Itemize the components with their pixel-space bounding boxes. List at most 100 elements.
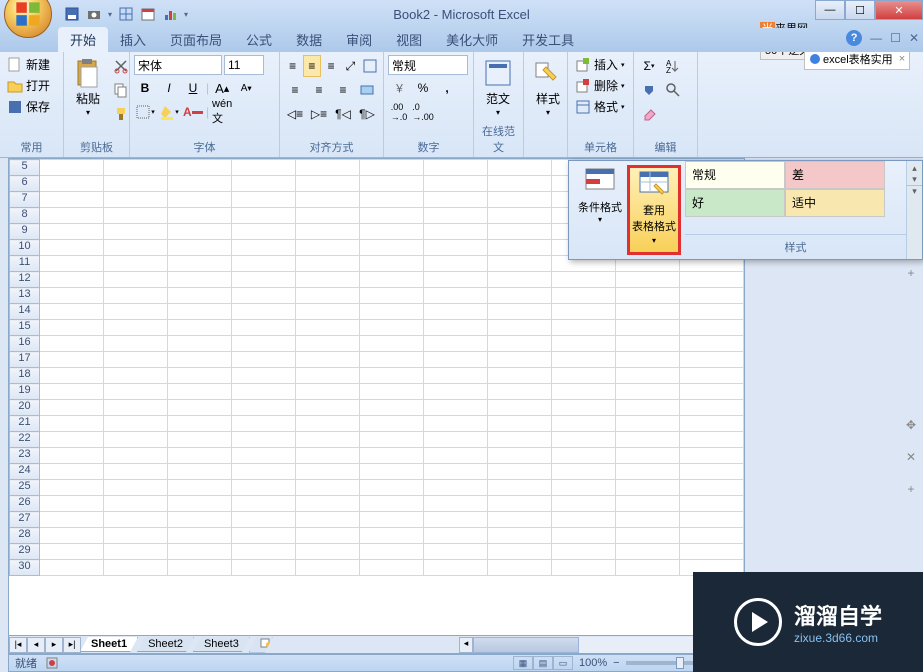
cell[interactable] (616, 384, 680, 400)
cell[interactable] (488, 544, 552, 560)
cell[interactable] (488, 464, 552, 480)
cell[interactable] (168, 320, 232, 336)
format-painter-button[interactable] (110, 103, 132, 125)
row-header[interactable]: 19 (10, 384, 40, 400)
cell[interactable] (360, 256, 424, 272)
autosum-button[interactable]: Σ▾ (638, 55, 660, 77)
next-sheet-button[interactable]: ▸ (45, 637, 63, 653)
cell[interactable] (680, 416, 744, 432)
cell[interactable] (232, 528, 296, 544)
cell[interactable] (40, 416, 104, 432)
copy-button[interactable] (110, 79, 132, 101)
cell[interactable] (360, 368, 424, 384)
row-header[interactable]: 23 (10, 448, 40, 464)
new-button[interactable]: 新建 (4, 55, 59, 74)
tab-close-icon[interactable]: × (899, 53, 905, 65)
cell[interactable] (296, 432, 360, 448)
comma-button[interactable]: , (436, 77, 458, 99)
cell[interactable] (552, 352, 616, 368)
cell[interactable] (104, 176, 168, 192)
cell[interactable] (104, 384, 168, 400)
cell[interactable] (168, 432, 232, 448)
cell[interactable] (488, 256, 552, 272)
cell[interactable] (40, 272, 104, 288)
cell[interactable] (104, 496, 168, 512)
cell[interactable] (616, 368, 680, 384)
cell[interactable] (424, 384, 488, 400)
increase-decimal-button[interactable]: .00→.0 (388, 101, 410, 123)
cell[interactable] (296, 400, 360, 416)
cell[interactable] (360, 384, 424, 400)
cell[interactable] (488, 560, 552, 576)
cell[interactable] (616, 320, 680, 336)
cell[interactable] (552, 272, 616, 288)
cell[interactable] (40, 176, 104, 192)
cell[interactable] (424, 528, 488, 544)
merge-button[interactable] (356, 79, 378, 101)
cell[interactable] (360, 176, 424, 192)
increase-indent-button[interactable]: ▷≡ (308, 103, 330, 125)
cell[interactable] (616, 416, 680, 432)
cell[interactable] (424, 288, 488, 304)
align-top-button[interactable]: ≡ (284, 55, 301, 77)
cell[interactable] (616, 448, 680, 464)
ribbon-restore-button[interactable]: ☐ (890, 31, 901, 45)
cell[interactable] (40, 496, 104, 512)
new-sheet-button[interactable] (249, 637, 273, 653)
cell[interactable] (424, 368, 488, 384)
cell[interactable] (488, 416, 552, 432)
row-header[interactable]: 25 (10, 480, 40, 496)
cell[interactable] (488, 368, 552, 384)
normal-view-button[interactable]: ▦ (513, 656, 533, 670)
tab-home[interactable]: 开始 (58, 27, 108, 52)
cell[interactable] (40, 480, 104, 496)
fill-color-button[interactable]: ▾ (158, 101, 180, 123)
add-icon[interactable]: + (903, 265, 919, 281)
tab-developer[interactable]: 开发工具 (510, 27, 586, 52)
cell[interactable] (232, 512, 296, 528)
cell[interactable] (232, 208, 296, 224)
wrap-text-button[interactable] (361, 55, 379, 77)
row-header[interactable]: 22 (10, 432, 40, 448)
cell[interactable] (296, 496, 360, 512)
page-layout-view-button[interactable]: ▤ (533, 656, 553, 670)
prev-sheet-button[interactable]: ◂ (27, 637, 45, 653)
cell[interactable] (488, 512, 552, 528)
cell[interactable] (680, 496, 744, 512)
row-header[interactable]: 15 (10, 320, 40, 336)
cell[interactable] (424, 176, 488, 192)
style-bad[interactable]: 差 (785, 161, 885, 189)
cell[interactable] (488, 320, 552, 336)
cell[interactable] (488, 336, 552, 352)
save-icon[interactable] (64, 6, 80, 22)
cell[interactable] (424, 448, 488, 464)
cell[interactable] (552, 480, 616, 496)
cell[interactable] (680, 432, 744, 448)
row-header[interactable]: 17 (10, 352, 40, 368)
cell[interactable] (424, 320, 488, 336)
cell[interactable] (168, 176, 232, 192)
cell[interactable] (680, 480, 744, 496)
cell[interactable] (104, 240, 168, 256)
row-header[interactable]: 28 (10, 528, 40, 544)
cell[interactable] (552, 304, 616, 320)
cell[interactable] (296, 352, 360, 368)
cell[interactable] (360, 400, 424, 416)
cell[interactable] (40, 352, 104, 368)
cell[interactable] (296, 208, 360, 224)
cell[interactable] (232, 176, 296, 192)
cell[interactable] (168, 528, 232, 544)
cell[interactable] (680, 320, 744, 336)
cell[interactable] (680, 512, 744, 528)
cell[interactable] (104, 368, 168, 384)
calendar-icon[interactable] (140, 6, 156, 22)
zoom-out-button[interactable]: − (613, 657, 619, 669)
cell[interactable] (424, 336, 488, 352)
cell[interactable] (296, 224, 360, 240)
phonetic-button[interactable]: wén文 (211, 101, 233, 123)
first-sheet-button[interactable]: |◂ (9, 637, 27, 653)
tab-beautify[interactable]: 美化大师 (434, 27, 510, 52)
cell[interactable] (680, 352, 744, 368)
tab-formulas[interactable]: 公式 (234, 27, 284, 52)
row-header[interactable]: 20 (10, 400, 40, 416)
